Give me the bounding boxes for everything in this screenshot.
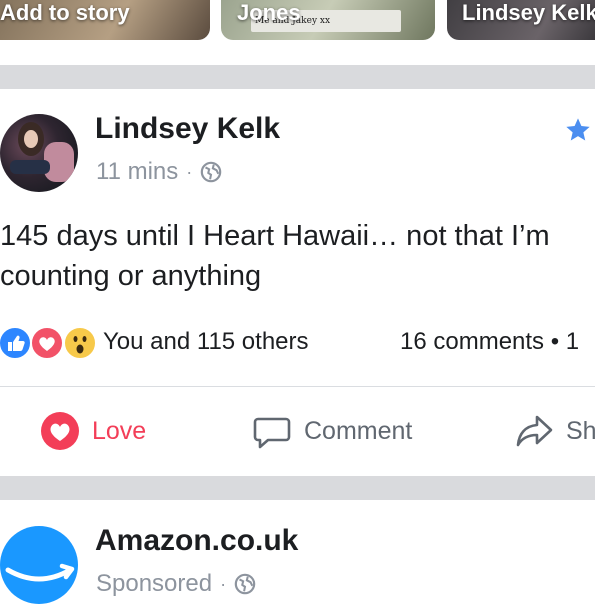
- comment-button[interactable]: Comment: [252, 400, 412, 462]
- post-meta: 11 mins ·: [96, 158, 222, 186]
- story-card-jones[interactable]: Me and Jakey xx Jones: [221, 0, 435, 40]
- stories-strip: Add to story Me and Jakey xx Jones Linds…: [0, 0, 595, 62]
- sponsored-author[interactable]: Amazon.co.uk: [95, 524, 298, 558]
- post-actions: Love Comment Sh: [0, 400, 595, 462]
- story-label: Jones: [237, 0, 301, 25]
- sponsored-meta: Sponsored ·: [96, 570, 256, 598]
- share-icon: [516, 415, 553, 447]
- globe-icon: [234, 573, 256, 595]
- globe-icon: [200, 161, 222, 183]
- story-label: Lindsey Kelk: [462, 0, 595, 25]
- like-icon: [0, 326, 32, 360]
- amazon-logo-avatar[interactable]: [0, 526, 78, 604]
- love-button[interactable]: Love: [40, 400, 146, 462]
- meta-dot: ·: [220, 573, 227, 594]
- meta-dot: ·: [186, 161, 193, 182]
- reaction-count: You and 115 others: [103, 328, 309, 355]
- love-icon: [41, 412, 79, 450]
- love-icon: [30, 326, 64, 360]
- share-label: Sh: [566, 416, 595, 445]
- post-author[interactable]: Lindsey Kelk: [95, 112, 280, 146]
- sponsored-label[interactable]: Sponsored: [96, 570, 212, 598]
- feed-separator: [0, 476, 595, 500]
- post-time[interactable]: 11 mins: [96, 158, 178, 186]
- story-card-add[interactable]: Add to story: [0, 0, 210, 40]
- post-text: 145 days until I Heart Hawaii… not that …: [0, 220, 550, 292]
- author-avatar[interactable]: [0, 114, 78, 192]
- comment-icon: [253, 417, 291, 449]
- feed-separator: [0, 65, 595, 89]
- comment-share-count[interactable]: 16 comments • 1: [400, 326, 579, 358]
- story-card-lindsey[interactable]: Lindsey Kelk: [447, 0, 595, 40]
- reaction-summary[interactable]: You and 115 others 16 comments • 1: [0, 326, 595, 360]
- star-icon[interactable]: [564, 116, 592, 144]
- love-label: Love: [92, 416, 147, 445]
- wow-icon: [63, 326, 97, 360]
- action-divider: [0, 386, 595, 387]
- share-button[interactable]: Sh: [514, 400, 595, 462]
- amazon-smile-icon: [5, 563, 75, 582]
- comment-label: Comment: [304, 416, 413, 445]
- story-label: Add to story: [0, 0, 130, 25]
